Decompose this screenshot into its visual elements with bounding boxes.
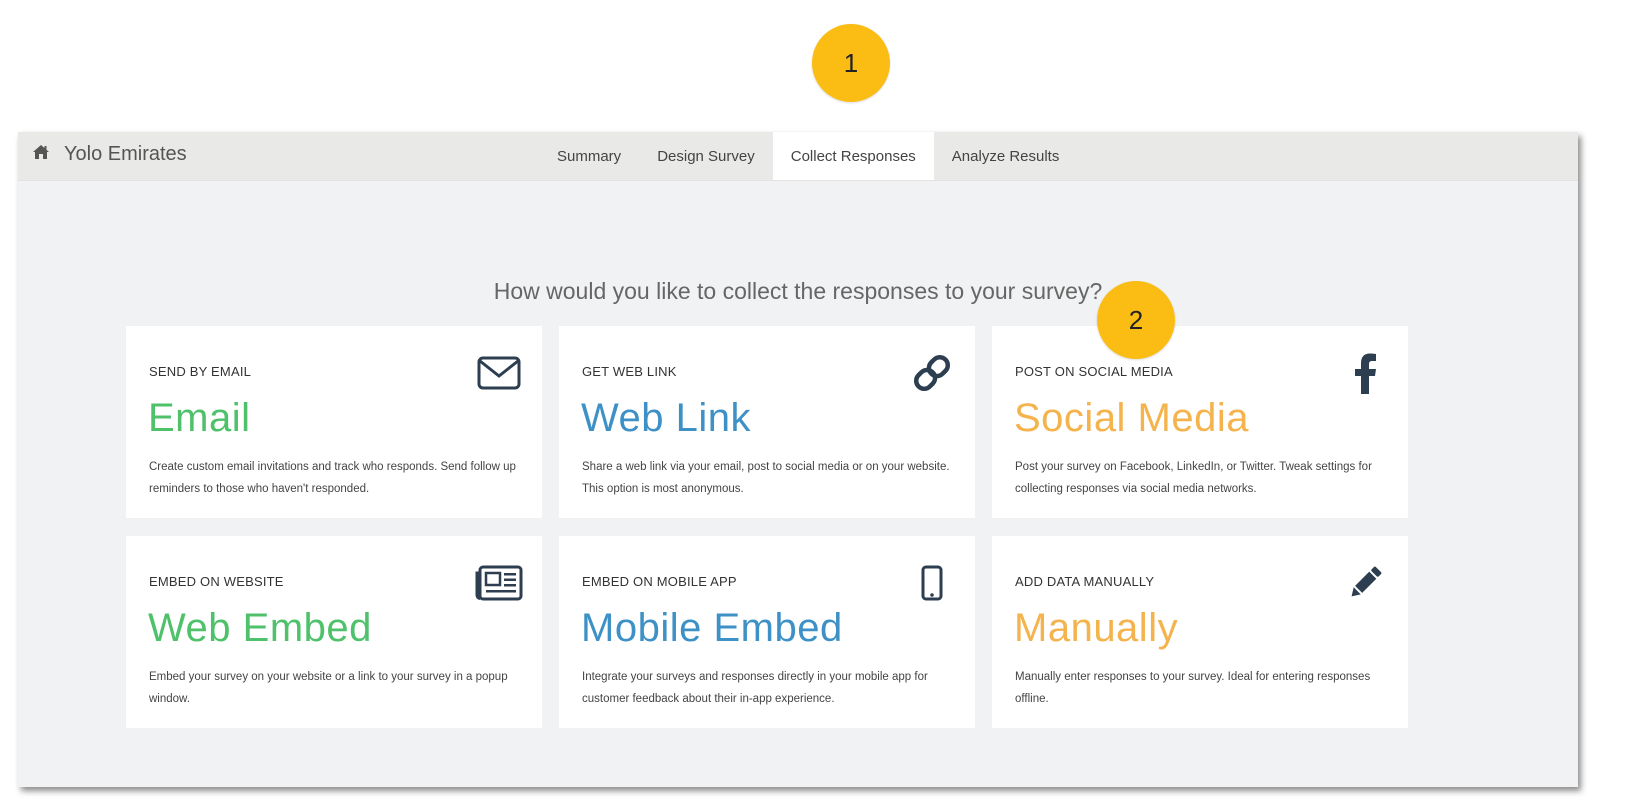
- card-title: Mobile Embed: [581, 606, 843, 650]
- collector-card-social-media[interactable]: POST ON SOCIAL MEDIA Social Media Post y…: [992, 326, 1408, 518]
- card-title: Manually: [1014, 606, 1179, 650]
- collector-card-manually[interactable]: ADD DATA MANUALLY Manually Manually ente…: [992, 536, 1408, 728]
- collector-card-web-embed[interactable]: EMBED ON WEBSITE Web Embed Embed your su…: [126, 536, 542, 728]
- card-description: Post your survey on Facebook, LinkedIn, …: [1015, 461, 1372, 495]
- facebook-icon: [1340, 348, 1390, 398]
- card-kicker: GET WEB LINK: [582, 364, 677, 379]
- tab-design-survey[interactable]: Design Survey: [639, 132, 773, 180]
- card-description: Embed your survey on your website or a l…: [149, 671, 508, 705]
- card-description: Integrate your surveys and responses dir…: [582, 671, 928, 705]
- tab-summary[interactable]: Summary: [539, 132, 639, 180]
- pencil-icon: [1340, 558, 1390, 608]
- card-kicker: ADD DATA MANUALLY: [1015, 574, 1155, 589]
- tab-analyze-results[interactable]: Analyze Results: [934, 132, 1078, 180]
- step-callout-2: 2: [1097, 281, 1175, 359]
- top-navigation-bar: Yolo Emirates Summary Design Survey Coll…: [18, 132, 1578, 181]
- card-description: Create custom email invitations and trac…: [149, 461, 516, 495]
- collector-card-web-link[interactable]: GET WEB LINK Web Link Share a web link v…: [559, 326, 975, 518]
- card-title: Email: [148, 396, 251, 440]
- card-title: Web Embed: [148, 606, 372, 650]
- envelope-icon: [474, 348, 524, 398]
- main-tabs: Summary Design Survey Collect Responses …: [539, 132, 1077, 180]
- newspaper-icon: [474, 558, 524, 608]
- card-kicker: SEND BY EMAIL: [149, 364, 252, 379]
- card-title: Web Link: [581, 396, 752, 440]
- home-icon: [32, 143, 50, 166]
- card-description: Manually enter responses to your survey.…: [1015, 671, 1371, 705]
- tab-collect-responses[interactable]: Collect Responses: [772, 132, 934, 180]
- card-description: Share a web link via your email, post to…: [582, 461, 950, 495]
- card-kicker: POST ON SOCIAL MEDIA: [1015, 364, 1173, 379]
- brand[interactable]: Yolo Emirates: [32, 132, 187, 176]
- collect-question-heading: How would you like to collect the respon…: [493, 278, 1103, 304]
- card-title: Social Media: [1014, 396, 1250, 440]
- mobile-phone-icon: [907, 558, 957, 608]
- link-icon: [907, 348, 957, 398]
- collector-card-mobile-embed[interactable]: EMBED ON MOBILE APP Mobile Embed Integra…: [559, 536, 975, 728]
- brand-name: Yolo Emirates: [64, 142, 187, 165]
- collector-card-email[interactable]: SEND BY EMAIL Email Create custom email …: [126, 326, 542, 518]
- step-callout-1: 1: [812, 24, 890, 102]
- survey-app-window: Yolo Emirates Summary Design Survey Coll…: [18, 132, 1578, 787]
- card-kicker: EMBED ON WEBSITE: [149, 574, 284, 589]
- card-kicker: EMBED ON MOBILE APP: [582, 574, 737, 589]
